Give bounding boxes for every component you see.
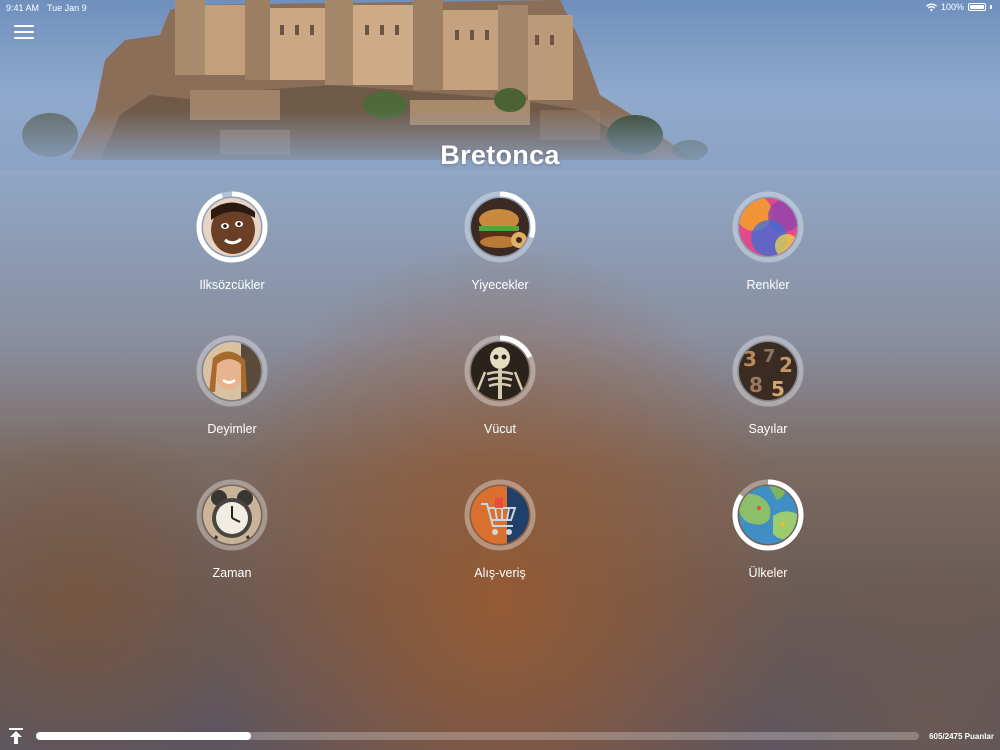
battery-percent: 100% <box>940 2 964 12</box>
bottom-bar: 605/2475 Puanlar <box>0 724 1000 750</box>
category-label: Renkler <box>746 278 790 292</box>
child-face-photo <box>203 198 261 256</box>
category-label: Yiyecekler <box>471 278 529 292</box>
svg-text:2: 2 <box>779 353 793 377</box>
progress-ring <box>195 190 269 264</box>
metal-numbers-photo: 37285 <box>739 342 797 400</box>
progress-ring: 37285 <box>731 334 805 408</box>
svg-text:8: 8 <box>749 373 763 397</box>
svg-text:3: 3 <box>743 347 757 371</box>
category-3[interactable]: Renkler <box>688 190 848 292</box>
category-label: Vücut <box>484 422 516 436</box>
category-label: Ülkeler <box>748 566 788 580</box>
category-label: Sayılar <box>748 422 788 436</box>
category-7[interactable]: Zaman <box>152 478 312 580</box>
progress-ring <box>463 478 537 552</box>
progress-ring <box>731 478 805 552</box>
category-label: Ilksözcükler <box>199 278 265 292</box>
progress-ring <box>195 478 269 552</box>
status-time: 9:41 AM <box>6 3 40 13</box>
progress-ring <box>463 334 537 408</box>
total-progress-bar <box>36 732 919 740</box>
burger-photo <box>471 198 529 256</box>
score-text: 605/2475 Puanlar <box>929 732 994 741</box>
status-bar: 9:41 AM Tue Jan 9 100% <box>0 0 1000 16</box>
color-powder-photo <box>739 198 797 256</box>
smiling-woman-photo <box>203 342 261 400</box>
shopping-cart-photo <box>471 486 529 544</box>
battery-icon <box>968 3 986 11</box>
progress-ring <box>195 334 269 408</box>
status-indicators: 100% <box>925 2 992 12</box>
category-6[interactable]: 3 7 2 8 5 Sayılar <box>688 334 848 436</box>
svg-text:5: 5 <box>771 377 785 400</box>
category-4[interactable]: Deyimler <box>152 334 312 436</box>
upload-top-icon[interactable] <box>9 728 23 744</box>
page-title: Bretonca <box>440 140 560 170</box>
status-date: Tue Jan 9 <box>47 3 87 13</box>
category-2[interactable]: Yiyecekler <box>420 190 580 292</box>
alarm-clock-photo <box>203 486 261 544</box>
total-progress-fill <box>36 732 252 740</box>
category-8[interactable]: Alış-veriş <box>420 478 580 580</box>
category-label: Alış-veriş <box>474 566 526 580</box>
category-1[interactable]: Ilksözcükler <box>152 190 312 292</box>
category-label: Zaman <box>212 566 252 580</box>
category-5[interactable]: Vücut <box>420 334 580 436</box>
skeleton-photo <box>471 342 529 400</box>
progress-ring <box>463 190 537 264</box>
category-label: Deyimler <box>207 422 257 436</box>
progress-ring <box>731 190 805 264</box>
world-map-photo <box>739 486 797 544</box>
svg-text:7: 7 <box>763 346 776 367</box>
category-9[interactable]: Ülkeler <box>688 478 848 580</box>
hamburger-menu-icon[interactable] <box>14 25 34 41</box>
wifi-icon <box>925 3 937 11</box>
